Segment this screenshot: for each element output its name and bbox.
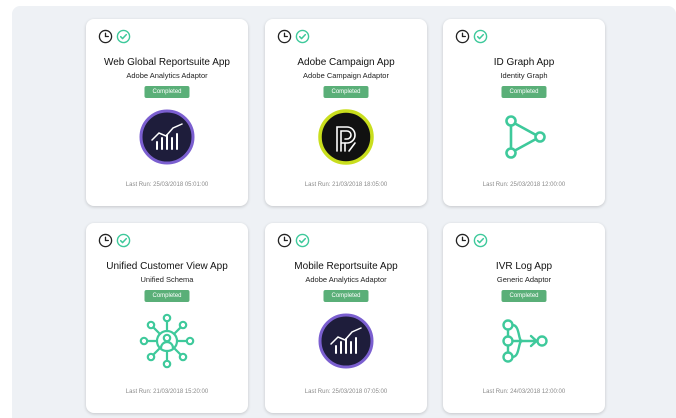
adobe-analytics-logo: [318, 313, 374, 369]
card-subtitle: Adobe Analytics Adaptor: [305, 275, 387, 284]
status-icons: [98, 29, 131, 45]
app-card[interactable]: ID Graph App Identity Graph Completed La…: [443, 19, 605, 206]
generic-adaptor-icon: [496, 313, 552, 369]
identity-graph-icon: [496, 109, 552, 165]
adobe-campaign-logo: [318, 109, 374, 165]
app-card[interactable]: Adobe Campaign App Adobe Campaign Adapto…: [265, 19, 427, 206]
status-icons: [455, 29, 488, 45]
card-title: IVR Log App: [495, 261, 553, 272]
card-subtitle: Generic Adaptor: [496, 275, 552, 284]
clock-icon[interactable]: [277, 233, 292, 249]
status-badge: Completed: [144, 290, 190, 302]
card-title: Web Global Reportsuite App: [103, 57, 230, 68]
clock-icon[interactable]: [277, 29, 292, 45]
status-icons: [277, 29, 310, 45]
app-card[interactable]: IVR Log App Generic Adaptor Completed La…: [443, 223, 605, 413]
last-run: Last Run: 25/03/2018 12:00:00: [482, 182, 566, 188]
card-subtitle: Adobe Analytics Adaptor: [126, 71, 208, 80]
status-icons: [98, 233, 131, 249]
last-run: Last Run: 21/03/2018 18:05:00: [304, 182, 388, 188]
clock-icon[interactable]: [455, 233, 470, 249]
status-icons: [455, 233, 488, 249]
card-title: Adobe Campaign App: [297, 57, 395, 68]
status-badge: Completed: [323, 290, 369, 302]
status-icons: [277, 233, 310, 249]
last-run: Last Run: 24/03/2018 12:00:00: [482, 389, 566, 395]
adobe-analytics-logo: [139, 109, 195, 165]
last-run: Last Run: 21/03/2018 15:20:00: [125, 389, 209, 395]
check-circle-icon: [116, 233, 131, 249]
status-badge: Completed: [144, 86, 190, 98]
check-circle-icon: [295, 29, 310, 45]
app-card[interactable]: Unified Customer View App Unified Schema…: [86, 223, 248, 413]
status-badge: Completed: [323, 86, 369, 98]
card-subtitle: Identity Graph: [500, 71, 548, 80]
card-subtitle: Adobe Campaign Adaptor: [303, 71, 389, 80]
check-circle-icon: [116, 29, 131, 45]
check-circle-icon: [295, 233, 310, 249]
card-title: Mobile Reportsuite App: [294, 261, 398, 272]
card-subtitle: Unified Schema: [140, 275, 194, 284]
app-card[interactable]: Web Global Reportsuite App Adobe Analyti…: [86, 19, 248, 206]
check-circle-icon: [473, 233, 488, 249]
card-title: ID Graph App: [493, 57, 555, 68]
app-card[interactable]: Mobile Reportsuite App Adobe Analytics A…: [265, 223, 427, 413]
card-title: Unified Customer View App: [106, 261, 228, 272]
check-circle-icon: [473, 29, 488, 45]
status-badge: Completed: [501, 290, 547, 302]
last-run: Last Run: 25/03/2018 05:01:00: [125, 182, 209, 188]
status-badge: Completed: [501, 86, 547, 98]
clock-icon[interactable]: [98, 233, 113, 249]
last-run: Last Run: 25/03/2018 07:05:00: [304, 389, 388, 395]
clock-icon[interactable]: [98, 29, 113, 45]
unified-schema-icon: [139, 313, 195, 369]
clock-icon[interactable]: [455, 29, 470, 45]
